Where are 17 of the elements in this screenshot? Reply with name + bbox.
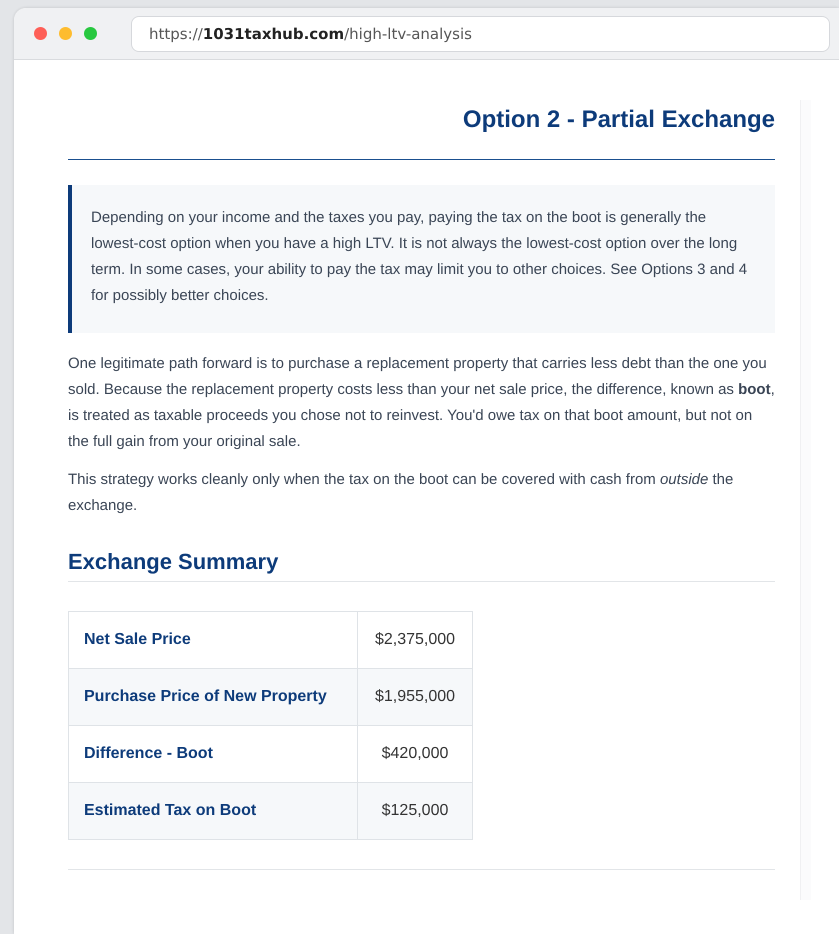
row-label-cell: Net Sale Price	[68, 611, 358, 668]
row-label-cell: Estimated Tax on Boot	[68, 782, 358, 840]
minimize-window-icon[interactable]	[59, 27, 72, 40]
body-paragraph: One legitimate path forward is to purchase a replacement property that carries less debt than the one you sold. Because the replacement property costs less than your net sale price, the difference, known as boot, is treated as taxable proceeds you chose not to reinvest. You'd owe tax on that boot amount, but not on the full gain from your original sale.	[68, 354, 775, 452]
body-paragraph: This strategy works cleanly only when the tax on the boot can be covered with cash from outside the exchange.	[68, 470, 734, 516]
callout-note: Depending on your income and the taxes you pay, paying the tax on the boot is generally the lowest-cost option when you have a high LTV. It is not always the lowest-cost option over the long term. In some cases, your ability to pay the tax may limit you to other choices. See Options 3 and 4 for possibly better choices.	[68, 184, 775, 333]
address-bar[interactable]: https://1031taxhub.com/high-ltv-analysis	[131, 16, 830, 52]
amount-cell: $1,955,000	[358, 668, 472, 726]
section-title: Option 2 - Partial Exchange	[462, 106, 775, 135]
amount-cell: $125,000	[358, 782, 472, 840]
section-heading: Exchange Summary	[68, 548, 278, 575]
amount-cell: $420,000	[358, 725, 472, 782]
close-window-icon[interactable]	[34, 27, 47, 40]
maximize-window-icon[interactable]	[84, 27, 97, 40]
row-label-cell: Difference - Boot	[68, 725, 358, 782]
row-label-cell: Purchase Price of New Property	[68, 668, 358, 726]
amount-cell: $2,375,000	[358, 611, 472, 668]
